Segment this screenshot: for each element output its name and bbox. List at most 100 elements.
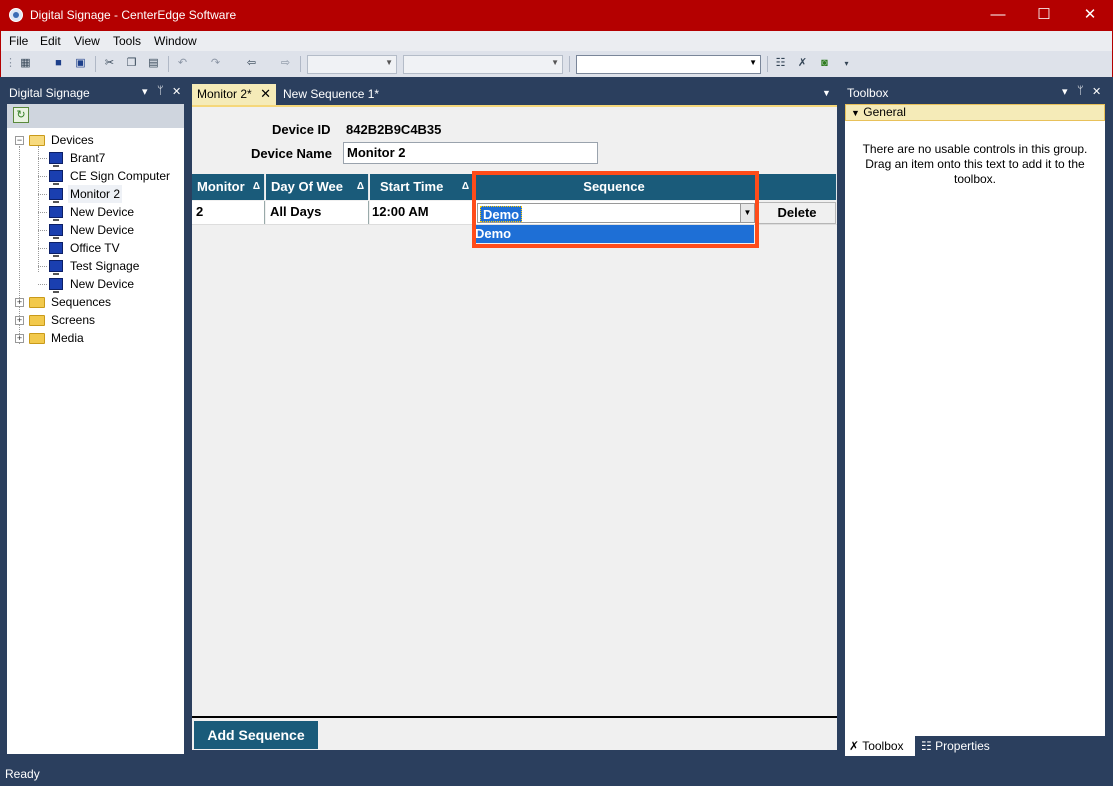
save-all-icon[interactable]: ▣: [73, 56, 88, 71]
cell-start-time[interactable]: 12:00 AM: [370, 201, 474, 224]
monitor-icon: [49, 242, 63, 257]
properties-icon: ☷: [921, 739, 932, 753]
expand-icon[interactable]: +: [15, 316, 24, 325]
close-panel-icon[interactable]: ✕: [172, 85, 181, 98]
menu-window[interactable]: Window: [154, 34, 197, 48]
col-header-day[interactable]: Day Of Wee Δ: [266, 174, 369, 200]
status-bar: Ready: [0, 762, 1113, 786]
menu-tools[interactable]: Tools: [113, 34, 141, 48]
monitor-icon: [49, 188, 63, 203]
monitor-icon: [49, 152, 63, 167]
tree-device[interactable]: New Device: [70, 275, 134, 293]
new-icon[interactable]: ▦: [18, 56, 33, 71]
toolbox-icon: ✗: [849, 739, 860, 753]
tree-device[interactable]: Test Signage: [70, 257, 139, 275]
add-sequence-button[interactable]: Add Sequence: [194, 721, 318, 749]
pin-icon[interactable]: ᛘ: [157, 85, 164, 97]
tree-devices[interactable]: Devices: [51, 131, 94, 149]
copy-icon[interactable]: ❐: [124, 56, 139, 71]
menu-view[interactable]: View: [74, 34, 100, 48]
cell-monitor[interactable]: 2: [192, 201, 265, 224]
panel-title: Digital Signage: [9, 86, 90, 100]
tree-media[interactable]: Media: [51, 329, 84, 347]
folder-open-icon: [29, 135, 45, 146]
paste-icon[interactable]: ▤: [146, 56, 161, 71]
highlight-box: [472, 171, 759, 248]
expand-icon[interactable]: +: [15, 334, 24, 343]
monitor-icon: [49, 170, 63, 185]
pin-icon[interactable]: ᛘ: [1077, 85, 1084, 97]
device-name-label: Device Name: [251, 146, 332, 161]
menu-bar: File Edit View Tools Window: [0, 31, 1113, 51]
minimize-button[interactable]: —: [975, 0, 1021, 31]
tree-device[interactable]: CE Sign Computer: [70, 167, 170, 185]
sort-icon: Δ: [356, 181, 364, 192]
tree-device[interactable]: Office TV: [70, 239, 120, 257]
monitor-editor: Device ID 842B2B9C4B35 Device Name Monit…: [192, 105, 837, 750]
monitor-icon: [49, 278, 63, 293]
delete-button[interactable]: Delete: [758, 202, 836, 224]
close-panel-icon[interactable]: ✕: [1092, 85, 1101, 98]
collapse-icon[interactable]: −: [15, 136, 24, 145]
tools-icon[interactable]: ✗: [795, 56, 810, 71]
properties-icon[interactable]: ☷: [773, 56, 788, 71]
tree-device[interactable]: Brant7: [70, 149, 105, 167]
menu-edit[interactable]: Edit: [40, 34, 61, 48]
cell-day[interactable]: All Days: [266, 201, 369, 224]
redo-icon[interactable]: ↷: [208, 56, 223, 71]
toolbox-empty-text: There are no usable controls in this gro…: [862, 142, 1088, 186]
folder-icon: [29, 333, 45, 344]
monitor-icon: [49, 206, 63, 221]
tab-list-dropdown-icon[interactable]: ▼: [822, 88, 831, 98]
device-name-field[interactable]: Monitor 2: [343, 142, 598, 164]
sort-icon: Δ: [252, 181, 260, 192]
tree-device[interactable]: New Device: [70, 221, 134, 239]
expand-icon[interactable]: +: [15, 298, 24, 307]
panel-title: Toolbox: [847, 86, 889, 100]
tab-monitor-2[interactable]: Monitor 2* ✕: [192, 84, 276, 105]
tab-new-sequence[interactable]: New Sequence 1*: [278, 84, 384, 105]
save-icon[interactable]: ■: [51, 56, 66, 71]
folder-icon: [29, 315, 45, 326]
folder-icon: [29, 297, 45, 308]
panel-toolbar: ↻: [7, 104, 184, 128]
close-tab-icon[interactable]: ✕: [260, 86, 271, 102]
panel-menu-icon[interactable]: ▾: [1062, 85, 1068, 98]
refresh-icon[interactable]: ↻: [13, 107, 29, 123]
tab-label: Monitor 2*: [197, 87, 252, 101]
monitor-icon: [49, 260, 63, 275]
panel-tabs: ✗ Toolbox ☷ Properties: [845, 736, 1105, 756]
undo-icon[interactable]: ↶: [175, 56, 190, 71]
menu-file[interactable]: File: [9, 34, 28, 48]
maximize-button[interactable]: ☐: [1021, 0, 1067, 31]
toolbar-search-combo[interactable]: ▼: [576, 55, 761, 74]
col-header-start-time[interactable]: Start Time Δ: [370, 174, 474, 200]
tree-device[interactable]: New Device: [70, 203, 134, 221]
tab-toolbox[interactable]: ✗ Toolbox: [845, 736, 915, 756]
toolbar-overflow-icon[interactable]: ▾: [839, 56, 854, 71]
tree-device-selected[interactable]: Monitor 2: [68, 185, 123, 203]
document-area: Monitor 2* ✕ New Sequence 1* ▼ Device ID…: [190, 84, 839, 756]
window-title: Digital Signage - CenterEdge Software: [30, 8, 237, 22]
close-button[interactable]: ✕: [1067, 0, 1113, 31]
col-header-monitor[interactable]: Monitor Δ: [192, 174, 265, 200]
sort-icon: Δ: [461, 181, 469, 192]
toolbar-combo-2[interactable]: ▼: [403, 55, 563, 74]
monitor-icon: [49, 224, 63, 239]
panel-menu-icon[interactable]: ▾: [142, 85, 148, 98]
tree-sequences[interactable]: Sequences: [51, 293, 111, 311]
toolbar-combo-1[interactable]: ▼: [307, 55, 397, 74]
cut-icon[interactable]: ✂: [102, 56, 117, 71]
device-id-value: 842B2B9C4B35: [346, 122, 442, 137]
navigate-forward-icon[interactable]: ⇨: [278, 56, 293, 71]
status-text: Ready: [5, 767, 40, 781]
tree-view: − Devices Brant7 CE Sign Computer Monito…: [7, 128, 184, 754]
tree-screens[interactable]: Screens: [51, 311, 95, 329]
group-general[interactable]: ▼ General: [845, 104, 1105, 121]
panel-header: Toolbox ▾ ᛘ ✕: [843, 84, 1107, 102]
grip-icon: ⋮: [5, 57, 16, 69]
navigate-back-icon[interactable]: ⇦: [244, 56, 259, 71]
tab-properties[interactable]: ☷ Properties: [917, 736, 994, 756]
preview-icon[interactable]: ◙: [817, 56, 832, 71]
toolbar: ⋮ ▦ ■ ▣ ✂ ❐ ▤ ↶ ↷ ⇦ ⇨ ▼ ▼ ▼ ☷ ✗ ◙ ▾: [0, 51, 1113, 77]
